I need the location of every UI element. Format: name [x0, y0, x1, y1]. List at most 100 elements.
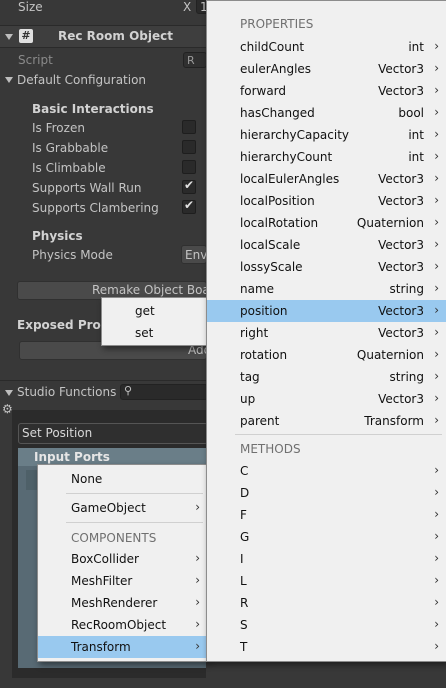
chevron-right-icon: ›	[195, 617, 200, 631]
property-menu-item[interactable]: parent Transform ›	[207, 410, 446, 432]
component-menu-item[interactable]: MeshFilter ›	[38, 570, 207, 592]
chevron-right-icon: ›	[434, 83, 439, 97]
script-hash-icon: #	[19, 29, 33, 43]
property-type: Transform	[364, 414, 424, 428]
method-menu-item[interactable]: D ›	[207, 482, 446, 504]
studio-search-input[interactable]: ⚲	[120, 384, 208, 400]
is-grabbable-checkbox[interactable]	[182, 140, 196, 154]
property-menu-item[interactable]: eulerAngles Vector3 ›	[207, 58, 446, 80]
script-value: R	[187, 54, 195, 67]
property-type: int	[408, 128, 424, 142]
property-menu-item[interactable]: hierarchyCapacity int ›	[207, 124, 446, 146]
studio-functions-triangle-icon[interactable]	[5, 390, 13, 396]
size-label: Size	[18, 0, 43, 14]
chevron-right-icon: ›	[434, 303, 439, 317]
method-menu-item[interactable]: I ›	[207, 548, 446, 570]
property-menu-item[interactable]: hasChanged bool ›	[207, 102, 446, 124]
remake-button-label: Remake Object Boar	[92, 283, 215, 297]
transform-menu-item[interactable]: Transform ›	[38, 636, 207, 658]
property-name: right	[240, 326, 269, 340]
method-menu-item[interactable]: C ›	[207, 460, 446, 482]
chevron-right-icon: ›	[434, 171, 439, 185]
chevron-right-icon: ›	[434, 259, 439, 273]
toggle-label: Is Frozen	[32, 121, 85, 135]
component-menu-item[interactable]: BoxCollider ›	[38, 548, 207, 570]
gameobject-label: GameObject	[71, 501, 146, 515]
is-frozen-checkbox[interactable]	[182, 120, 196, 134]
method-menu-item[interactable]: S ›	[207, 614, 446, 636]
property-menu-item[interactable]: localPosition Vector3 ›	[207, 190, 446, 212]
physics-mode-value: Env	[185, 248, 208, 262]
default-config-foldout[interactable]: Default Configuration	[17, 73, 146, 87]
chevron-right-icon: ›	[434, 193, 439, 207]
method-menu-item[interactable]: T ›	[207, 636, 446, 658]
toggle-label: Supports Clambering	[32, 201, 159, 215]
physics-mode-dropdown[interactable]: Env	[181, 245, 207, 264]
checkmark-icon: ✔	[184, 198, 195, 212]
property-name: forward	[240, 84, 287, 98]
property-name: localPosition	[240, 194, 315, 208]
method-menu-item[interactable]: G ›	[207, 526, 446, 548]
property-menu-item[interactable]: name string ›	[207, 278, 446, 300]
method-menu-item[interactable]: R ›	[207, 592, 446, 614]
property-menu-item[interactable]: localEulerAngles Vector3 ›	[207, 168, 446, 190]
physics-header: Physics	[32, 229, 83, 243]
chevron-right-icon: ›	[434, 617, 439, 631]
chevron-right-icon: ›	[434, 61, 439, 75]
property-menu-item[interactable]: childCount int ›	[207, 36, 446, 58]
property-menu-item[interactable]: localScale Vector3 ›	[207, 234, 446, 256]
menu-separator	[66, 522, 203, 523]
property-menu-item[interactable]: forward Vector3 ›	[207, 80, 446, 102]
component-menu: None GameObject › COMPONENTS BoxCollider ›…	[37, 464, 208, 662]
set-menu-item[interactable]: set	[102, 322, 208, 344]
chevron-right-icon: ›	[434, 529, 439, 543]
chevron-right-icon: ›	[434, 215, 439, 229]
chevron-right-icon: ›	[195, 639, 200, 653]
set-position-dropdown[interactable]: Set Position	[18, 423, 208, 444]
toggle-label: Is Grabbable	[32, 141, 109, 155]
property-menu-item[interactable]: tag string ›	[207, 366, 446, 388]
get-label: get	[135, 304, 155, 318]
search-icon: ⚲	[124, 384, 133, 397]
chevron-right-icon: ›	[434, 149, 439, 163]
property-type: Quaternion	[356, 348, 424, 362]
get-menu-item[interactable]: get	[102, 300, 208, 322]
gameobject-menu-item[interactable]: GameObject ›	[38, 497, 207, 519]
chevron-right-icon: ›	[434, 463, 439, 477]
chevron-right-icon: ›	[195, 551, 200, 565]
component-menu-item[interactable]: RecRoomObject ›	[38, 614, 207, 636]
is-climbable-checkbox[interactable]	[182, 160, 196, 174]
method-menu-item[interactable]: L ›	[207, 570, 446, 592]
supports-clambering-checkbox[interactable]: ✔	[182, 198, 196, 214]
supports-wall-run-checkbox[interactable]: ✔	[182, 178, 196, 194]
component-header[interactable]: # Rec Room Object	[0, 25, 206, 48]
property-menu-item[interactable]: position Vector3 ›	[207, 300, 446, 322]
component-title: Rec Room Object	[58, 29, 173, 43]
property-menu-item[interactable]: right Vector3 ›	[207, 322, 446, 344]
none-menu-item[interactable]: None	[38, 468, 207, 490]
property-name: rotation	[240, 348, 288, 362]
property-name: up	[240, 392, 256, 406]
chevron-right-icon: ›	[195, 595, 200, 609]
chevron-right-icon: ›	[434, 39, 439, 53]
property-type: Vector3	[378, 392, 424, 406]
property-type: Vector3	[378, 84, 424, 98]
default-config-triangle-icon[interactable]	[5, 77, 13, 83]
property-menu-item[interactable]: localRotation Quaternion ›	[207, 212, 446, 234]
component-menu-item[interactable]: MeshRenderer ›	[38, 592, 207, 614]
physics-mode-label: Physics Mode	[32, 248, 113, 262]
property-menu-item[interactable]: up Vector3 ›	[207, 388, 446, 410]
components-header: COMPONENTS	[71, 531, 157, 545]
properties-header: PROPERTIES	[240, 17, 314, 31]
property-name: tag	[240, 370, 260, 384]
property-type: Vector3	[378, 172, 424, 186]
method-menu-item[interactable]: F ›	[207, 504, 446, 526]
property-menu-item[interactable]: lossyScale Vector3 ›	[207, 256, 446, 278]
property-name: hierarchyCapacity	[240, 128, 350, 142]
property-menu-item[interactable]: rotation Quaternion ›	[207, 344, 446, 366]
collapse-triangle-icon[interactable]	[5, 34, 13, 40]
menu-separator	[235, 434, 442, 435]
property-type: Vector3	[378, 304, 424, 318]
property-menu-item[interactable]: hierarchyCount int ›	[207, 146, 446, 168]
studio-functions-header[interactable]: Studio Functions ⚲	[0, 380, 208, 403]
